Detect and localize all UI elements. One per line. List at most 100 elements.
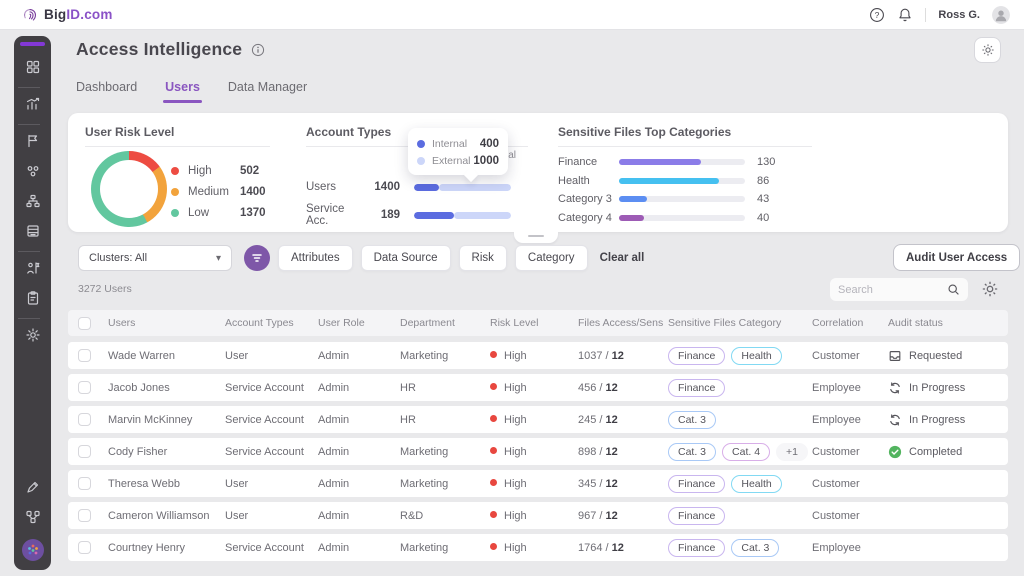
- category-row: Health 86: [558, 172, 978, 191]
- filter-risk-button[interactable]: Risk: [459, 245, 507, 271]
- user-name[interactable]: Ross G.: [938, 9, 980, 21]
- cell-files-access: 1037 / 12: [578, 350, 668, 362]
- table-row[interactable]: Cameron Williamson User Admin R&D High 9…: [68, 502, 1008, 529]
- row-checkbox[interactable]: [78, 509, 91, 522]
- sidebar-item-clusters[interactable]: [18, 158, 48, 188]
- sidebar-item-settings[interactable]: [18, 322, 48, 352]
- cell-files-access: 456 / 12: [578, 382, 668, 394]
- cell-correlation: Employee: [812, 542, 888, 554]
- sidebar-item-inventory[interactable]: [18, 218, 48, 248]
- tab-data-manager[interactable]: Data Manager: [228, 80, 307, 103]
- category-pill[interactable]: Cat. 3: [668, 411, 716, 429]
- clear-all-link[interactable]: Clear all: [600, 252, 645, 264]
- sidebar-profile-avatar[interactable]: [21, 538, 45, 562]
- info-icon[interactable]: [251, 43, 265, 57]
- cell-account-type: Service Account: [225, 382, 318, 394]
- cell-user-role: Admin: [318, 510, 400, 522]
- sidebar-item-pen[interactable]: [18, 474, 48, 504]
- row-checkbox[interactable]: [78, 413, 91, 426]
- row-checkbox[interactable]: [78, 349, 91, 362]
- cell-sensitive-categories: Finance Health: [668, 475, 812, 493]
- cell-files-access: 967 / 12: [578, 510, 668, 522]
- table-row[interactable]: Courtney Henry Service Account Admin Mar…: [68, 534, 1008, 561]
- column-header[interactable]: Risk Level: [490, 317, 578, 329]
- search-icon[interactable]: [947, 283, 960, 296]
- filter-attributes-button[interactable]: Attributes: [278, 245, 353, 271]
- legend-dot: [171, 188, 179, 196]
- account-type-row: Users1400: [306, 173, 586, 201]
- row-checkbox[interactable]: [78, 445, 91, 458]
- search-input[interactable]: [838, 284, 947, 296]
- filter-data-source-button[interactable]: Data Source: [361, 245, 451, 271]
- category-bar[interactable]: [619, 159, 745, 165]
- category-pill[interactable]: +1: [776, 443, 808, 461]
- audit-user-access-button[interactable]: Audit User Access: [893, 244, 1020, 271]
- category-pill[interactable]: Health: [731, 347, 781, 365]
- filter-button[interactable]: [244, 245, 270, 271]
- category-pill[interactable]: Cat. 3: [668, 443, 716, 461]
- table-row[interactable]: Marvin McKinney Service Account Admin HR…: [68, 406, 1008, 433]
- column-header[interactable]: Sensitive Files Category: [668, 317, 812, 329]
- category-bar[interactable]: [619, 196, 745, 202]
- bell-icon[interactable]: [897, 7, 913, 23]
- cell-correlation: Customer: [812, 446, 888, 458]
- category-pill[interactable]: Finance: [668, 379, 725, 397]
- sidebar-item-access[interactable]: [18, 255, 48, 285]
- help-icon[interactable]: ?: [869, 7, 885, 23]
- table-row[interactable]: Theresa Webb User Admin Marketing High 3…: [68, 470, 1008, 497]
- row-checkbox[interactable]: [78, 477, 91, 490]
- sidebar-item-hierarchy[interactable]: [18, 188, 48, 218]
- account-type-bar[interactable]: [414, 212, 511, 219]
- tab-dashboard[interactable]: Dashboard: [76, 80, 137, 103]
- cell-department: Marketing: [400, 350, 490, 362]
- column-header[interactable]: Audit status: [888, 317, 1008, 329]
- user-avatar[interactable]: [992, 6, 1010, 24]
- category-pill[interactable]: Finance: [668, 539, 725, 557]
- row-checkbox[interactable]: [78, 541, 91, 554]
- sidebar-item-dashboard[interactable]: [18, 54, 48, 84]
- sidebar-item-analytics[interactable]: [18, 91, 48, 121]
- inventory-icon: [25, 223, 41, 244]
- table-row[interactable]: Wade Warren User Admin Marketing High 10…: [68, 342, 1008, 369]
- column-header[interactable]: Correlation: [812, 317, 888, 329]
- sidebar-item-flag[interactable]: [18, 128, 48, 158]
- category-pill[interactable]: Cat. 3: [731, 539, 779, 557]
- cell-files-access: 1764 / 12: [578, 542, 668, 554]
- cell-user-name: Courtney Henry: [108, 542, 225, 554]
- legend-dot: [171, 167, 179, 175]
- category-pill[interactable]: Health: [731, 475, 781, 493]
- column-header[interactable]: Account Types: [225, 317, 318, 329]
- tab-users[interactable]: Users: [165, 80, 200, 103]
- collapse-charts-handle[interactable]: [514, 232, 558, 243]
- category-pill[interactable]: Cat. 4: [722, 443, 770, 461]
- integrations-icon: [25, 509, 41, 530]
- risk-dot-icon: [490, 415, 497, 422]
- brand-name: BigID.com: [44, 7, 113, 22]
- table-settings-icon[interactable]: [981, 280, 999, 298]
- column-header[interactable]: Department: [400, 317, 490, 329]
- brand-logo[interactable]: BigID.com: [22, 7, 113, 23]
- row-checkbox[interactable]: [78, 381, 91, 394]
- filter-category-button[interactable]: Category: [515, 245, 588, 271]
- category-bar[interactable]: [619, 178, 745, 184]
- column-header[interactable]: Files Access/Sens: [578, 317, 668, 329]
- sidebar-item-integrations[interactable]: [18, 504, 48, 534]
- account-type-bar[interactable]: [414, 184, 511, 191]
- clusters-icon: [25, 163, 41, 184]
- table-row[interactable]: Jacob Jones Service Account Admin HR Hig…: [68, 374, 1008, 401]
- category-bar[interactable]: [619, 215, 745, 221]
- cell-risk-level: High: [490, 446, 578, 458]
- clusters-dropdown[interactable]: Clusters: All ▾: [78, 245, 232, 271]
- category-pill[interactable]: Finance: [668, 347, 725, 365]
- risk-donut-chart[interactable]: [91, 151, 167, 227]
- category-pill[interactable]: Finance: [668, 507, 725, 525]
- column-header[interactable]: Users: [108, 317, 225, 329]
- select-all-checkbox[interactable]: [78, 317, 91, 330]
- table-row[interactable]: Cody Fisher Service Account Admin Market…: [68, 438, 1008, 465]
- sidebar-item-reports[interactable]: [18, 285, 48, 315]
- column-header[interactable]: User Role: [318, 317, 400, 329]
- category-pill[interactable]: Finance: [668, 475, 725, 493]
- cell-audit-status: In Progress: [888, 413, 1008, 427]
- cell-correlation: Customer: [812, 478, 888, 490]
- page-settings-button[interactable]: [974, 37, 1001, 63]
